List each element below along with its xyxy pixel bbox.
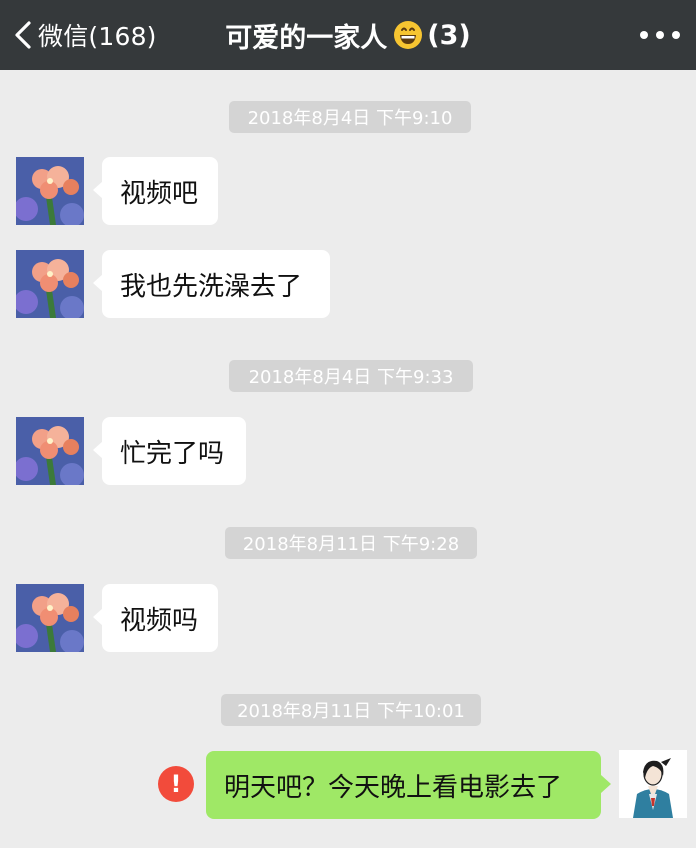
- avatar[interactable]: [16, 584, 84, 652]
- more-dots-icon: [672, 31, 680, 39]
- more-button[interactable]: [640, 25, 680, 45]
- more-dots-icon: [640, 31, 648, 39]
- message-bubble-incoming[interactable]: 视频吧: [93, 157, 218, 225]
- chat-header: 微信(168) 可爱的一家人 (3): [0, 0, 696, 70]
- timestamp: 2018年8月4日 下午9:10: [229, 101, 471, 133]
- timestamp: 2018年8月11日 下午9:28: [225, 527, 477, 559]
- message-bubble-outgoing[interactable]: 明天吧？今天晚上看电影去了: [206, 751, 611, 819]
- timestamp: 2018年8月4日 下午9:33: [229, 360, 473, 392]
- message-bubble-incoming[interactable]: 视频吗: [93, 584, 218, 652]
- send-failed-icon[interactable]: !: [158, 766, 194, 802]
- timestamp: 2018年8月11日 下午10:01: [221, 694, 481, 726]
- avatar[interactable]: [16, 250, 84, 318]
- chat-title: 可爱的一家人 (3): [0, 17, 696, 54]
- avatar[interactable]: [16, 157, 84, 225]
- member-count: (3): [427, 19, 471, 51]
- message-bubble-incoming[interactable]: 我也先洗澡去了: [93, 250, 330, 318]
- grinning-face-icon: [394, 21, 423, 49]
- more-dots-icon: [656, 31, 664, 39]
- message-bubble-incoming[interactable]: 忙完了吗: [93, 417, 246, 485]
- avatar[interactable]: [619, 750, 687, 818]
- group-name: 可爱的一家人: [225, 22, 388, 54]
- avatar[interactable]: [16, 417, 84, 485]
